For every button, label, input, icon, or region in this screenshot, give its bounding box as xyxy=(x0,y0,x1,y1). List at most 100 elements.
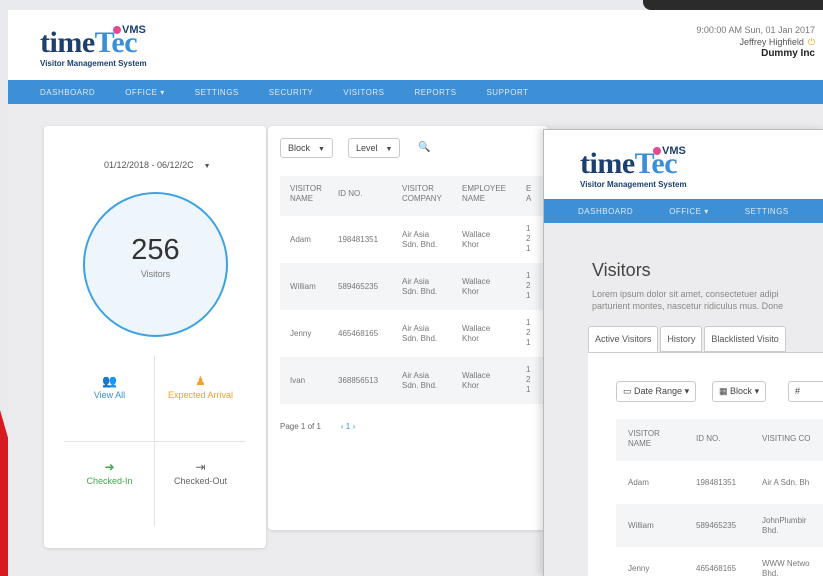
visitor-table-card: Block ▼ Level ▼ 🔍 VISITOR NAME ID NO. VISI… xyxy=(268,126,548,530)
cell-employee: Wallace Khor xyxy=(462,324,491,343)
visitor-count-circle: 256 Visitors xyxy=(83,192,228,337)
app-header: timeTec VMS Visitor Management System 9:… xyxy=(8,10,823,80)
cell-id: 198481351 xyxy=(696,478,737,487)
page-title: Visitors xyxy=(592,260,651,280)
checked-out-button[interactable]: ⇥ Checked-Out xyxy=(155,442,246,527)
col-visitor-name[interactable]: VISITOR NAME xyxy=(290,184,330,204)
table-row[interactable]: Adam 198481351 Air Asia Sdn. Bhd. Wallac… xyxy=(280,216,548,263)
dark-background-shape xyxy=(643,0,823,10)
visitors-panel: ▭ Date Range ▾ ▦ Block ▾ # VISITOR NAME … xyxy=(588,352,823,576)
col-visiting-company[interactable]: VISITING CO xyxy=(762,434,810,444)
nav-dashboard[interactable]: DASHBOARD xyxy=(40,88,95,97)
cell-employee: Wallace Khor xyxy=(462,277,491,296)
unit-filter[interactable]: # xyxy=(788,381,823,402)
sign-in-icon: ➜ xyxy=(104,460,115,474)
description-line: parturient montes, nascetur ridiculus mu… xyxy=(592,301,784,311)
cell-id: 465468165 xyxy=(338,329,379,338)
search-icon[interactable]: 🔍 xyxy=(418,142,430,153)
table-row[interactable]: Adam 198481351 Air A Sdn. Bh xyxy=(616,461,823,504)
checked-out-label: Checked-Out xyxy=(173,476,228,486)
tab-active-visitors[interactable]: Active Visitors xyxy=(588,326,659,352)
date-range-filter[interactable]: ▭ Date Range ▾ xyxy=(616,381,697,402)
caret-down-icon: ▾ xyxy=(754,386,760,396)
block-filter[interactable]: ▦ Block ▾ xyxy=(712,381,767,402)
cell-company: JohnPlumbir Bhd. xyxy=(762,516,807,535)
cell-id: 198481351 xyxy=(338,235,379,244)
tab-history[interactable]: History xyxy=(660,326,703,352)
timetec-logo: timeTec VMS Visitor Management System xyxy=(580,145,687,189)
datetime: 9:00:00 AM Sun, 01 Jan 2017 xyxy=(696,25,815,35)
col-visitor-name[interactable]: VISITOR NAME xyxy=(628,429,668,449)
cell-name: William xyxy=(290,282,316,291)
description-line: Lorem ipsum dolor sit amet, consectetuer… xyxy=(592,289,779,299)
expected-arrival-label: Expected Arrival xyxy=(167,390,234,400)
logo-time: time xyxy=(580,147,635,180)
user-info: 9:00:00 AM Sun, 01 Jan 2017 Jeffrey High… xyxy=(696,24,815,60)
company-name: Dummy Inc xyxy=(761,48,815,59)
cell-company: Air Asia Sdn. Bhd. xyxy=(402,277,438,296)
action-grid: 👥 View All ♟ Expected Arrival ➜ Checked-In … xyxy=(64,356,246,526)
visitor-summary-card: 01/12/2018 - 06/12/2C ▼ 256 Visitors 👥 Vie… xyxy=(44,126,266,548)
date-range-label: Date Range xyxy=(634,386,683,396)
col-id-no[interactable]: ID NO. xyxy=(696,434,720,444)
view-all-button[interactable]: 👥 View All xyxy=(64,356,155,441)
cell-name: William xyxy=(628,521,654,530)
level-filter-label: Level xyxy=(356,143,378,153)
cell-name: Adam xyxy=(628,478,649,487)
col-employee-name[interactable]: EMPLOYEE NAME xyxy=(462,184,506,204)
cell-employee: Wallace Khor xyxy=(462,230,491,249)
nav-office[interactable]: OFFICE ▾ xyxy=(669,207,709,216)
table-header: VISITOR NAME ID NO. VISITING CO xyxy=(616,419,823,461)
expected-arrival-button[interactable]: ♟ Expected Arrival xyxy=(155,356,246,441)
cell-name: Adam xyxy=(290,235,311,244)
cell-company: Air Asia Sdn. Bhd. xyxy=(402,371,438,390)
cell-company: WWW Netwo Bhd. xyxy=(762,559,810,576)
cell-name: Jenny xyxy=(290,329,312,338)
visitor-count: 256 xyxy=(131,234,180,266)
block-filter[interactable]: Block ▼ xyxy=(280,138,333,158)
tab-blacklisted[interactable]: Blacklisted Visito xyxy=(704,326,786,352)
checked-in-label: Checked-In xyxy=(86,476,133,486)
table-row[interactable]: Jenny 465468165 WWW Netwo Bhd. xyxy=(616,547,823,576)
nav-security[interactable]: SECURITY xyxy=(269,88,313,97)
logo-vms: VMS xyxy=(653,145,686,157)
logo-subtitle: Visitor Management System xyxy=(40,59,147,68)
nav-dashboard[interactable]: DASHBOARD xyxy=(578,207,633,216)
visitor-tabs: Active Visitors History Blacklisted Visito xyxy=(588,326,788,352)
cell-name: Ivan xyxy=(290,376,306,385)
date-range-select[interactable]: 01/12/2018 - 06/12/2C ▼ xyxy=(104,160,211,170)
table-row[interactable]: William 589465235 Air Asia Sdn. Bhd. Wal… xyxy=(280,263,548,310)
logo-subtitle: Visitor Management System xyxy=(580,180,687,189)
table-row[interactable]: Ivan 368856513 Air Asia Sdn. Bhd. Wallac… xyxy=(280,357,548,404)
cell-company: Air Asia Sdn. Bhd. xyxy=(402,324,438,343)
cell-id: 368856513 xyxy=(338,376,379,385)
nav-visitors[interactable]: VISITORS xyxy=(343,88,384,97)
calendar-icon: ▭ xyxy=(623,386,632,396)
checked-in-button[interactable]: ➜ Checked-In xyxy=(64,442,155,527)
nav-office[interactable]: OFFICE ▾ xyxy=(125,88,165,97)
cell-id: 589465235 xyxy=(696,521,737,530)
table-row[interactable]: Jenny 465468165 Air Asia Sdn. Bhd. Walla… xyxy=(280,310,548,357)
front-nav: DASHBOARD OFFICE ▾ SETTINGS SE xyxy=(544,199,823,223)
level-filter[interactable]: Level ▼ xyxy=(348,138,401,158)
caret-down-icon: ▼ xyxy=(385,146,393,153)
nav-settings[interactable]: SETTINGS xyxy=(745,207,789,216)
visitor-count-label: Visitors xyxy=(140,269,171,279)
col-visitor-company[interactable]: VISITOR COMPANY xyxy=(402,184,446,204)
users-icon: 👥 xyxy=(102,374,117,388)
table-row[interactable]: William 589465235 JohnPlumbir Bhd. xyxy=(616,504,823,547)
col-id-no[interactable]: ID NO. xyxy=(338,189,362,199)
page-info: Page 1 of 1 xyxy=(280,422,321,431)
nav-settings[interactable]: SETTINGS xyxy=(195,88,239,97)
nav-reports[interactable]: REPORTS xyxy=(414,88,456,97)
front-header: timeTec VMS Visitor Management System xyxy=(544,130,823,199)
power-icon[interactable]: ⏻ xyxy=(808,37,815,47)
col-extra[interactable]: E A xyxy=(526,184,534,204)
nav-support[interactable]: SUPPORT xyxy=(486,88,528,97)
page-controls[interactable]: ‹ 1 › xyxy=(341,422,355,431)
user-name[interactable]: Jeffrey Highfield xyxy=(740,37,804,47)
cell-company: Air Asia Sdn. Bhd. xyxy=(402,230,438,249)
caret-down-icon: ▼ xyxy=(318,146,325,153)
cell-extra: 1 2 1 xyxy=(526,224,531,253)
page-description: Lorem ipsum dolor sit amet, consectetuer… xyxy=(592,288,783,312)
